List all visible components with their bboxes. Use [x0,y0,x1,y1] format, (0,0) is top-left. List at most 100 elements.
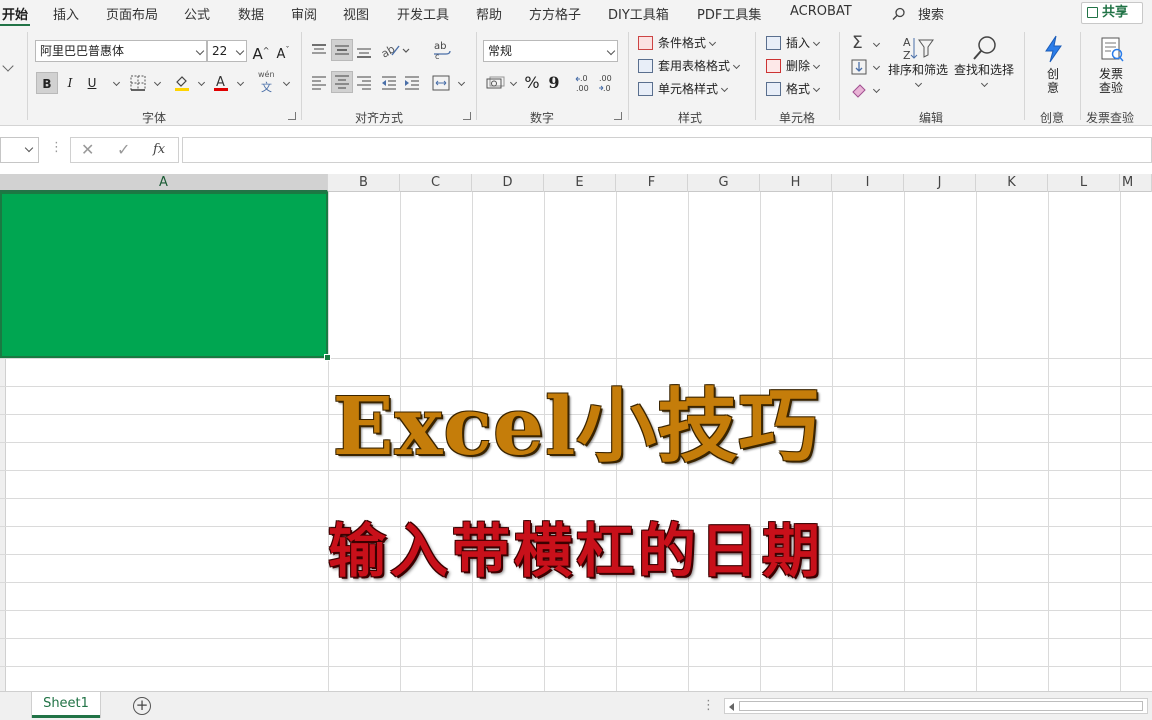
comma-style-button[interactable]: 9 [544,72,564,94]
align-right-icon[interactable] [354,74,374,92]
italic-button[interactable]: I [60,72,80,94]
column-header-e[interactable]: E [544,174,616,192]
invoice-group-label: 发票查验 [1086,111,1135,125]
percent-button[interactable]: % [522,72,542,94]
scroll-left-icon[interactable] [729,703,734,711]
tab-split-handle-icon[interactable]: ⋮ [702,698,715,713]
delete-cells-button[interactable]: 删除 [766,57,821,75]
orientation-icon[interactable]: ab [380,41,410,59]
share-button[interactable]: 共享 [1081,2,1143,24]
column-header-b[interactable]: B [328,174,400,192]
tab-ffgz[interactable]: 方方格子 [529,4,581,23]
font-name-select[interactable]: 阿里巴巴普惠体 [35,40,207,62]
tab-review[interactable]: 审阅 [291,4,317,23]
column-header-f[interactable]: F [616,174,688,192]
tab-pdf-tools[interactable]: PDF工具集 [697,4,761,23]
number-dialog-launcher[interactable] [614,112,622,120]
search-box[interactable]: 搜索 [892,4,944,23]
tab-view[interactable]: 视图 [343,4,369,23]
gridline [0,638,1152,639]
decrease-decimal-icon[interactable]: .00.0 [597,73,619,93]
tab-acrobat[interactable]: ACROBAT [790,4,852,19]
separator [628,32,629,120]
phonetic-guide-button[interactable]: wén 文 [256,70,291,94]
column-header-m[interactable]: M [1120,174,1152,192]
column-header-a[interactable]: A [0,174,328,192]
borders-button[interactable] [127,72,162,94]
clear-button[interactable] [850,79,882,101]
separator [1024,32,1025,120]
sheet-tab-sheet1[interactable]: Sheet1 [32,692,100,718]
tab-home[interactable]: 开始 [0,4,31,27]
column-header-k[interactable]: K [976,174,1048,192]
align-center-button[interactable] [331,71,353,93]
insert-cells-button[interactable]: 插入 [766,34,821,52]
number-format-select[interactable]: 常规 [483,40,618,62]
column-header-l[interactable]: L [1048,174,1120,192]
tab-formulas[interactable]: 公式 [184,4,210,23]
format-as-table-button[interactable]: 套用表格格式 [638,57,741,75]
increase-font-size-button[interactable]: A^ [251,40,271,63]
align-top-icon[interactable] [309,42,329,60]
tab-page-layout[interactable]: 页面布局 [106,4,158,23]
sheet-tab-bar: Sheet1 + ⋮ [0,691,1152,720]
cell-styles-button[interactable]: 单元格样式 [638,80,729,98]
accounting-format-button[interactable] [485,72,519,94]
tab-data[interactable]: 数据 [238,4,264,23]
font-dialog-launcher[interactable] [288,112,296,120]
conditional-formatting-button[interactable]: 条件格式 [638,34,717,52]
column-header-d[interactable]: D [472,174,544,192]
tab-diy-toolbox[interactable]: DIY工具箱 [608,4,669,23]
align-middle-icon [335,45,349,55]
column-header-h[interactable]: H [760,174,832,192]
tab-developer[interactable]: 开发工具 [397,4,449,23]
decrease-font-size-button[interactable]: Aˇ [273,40,293,62]
column-header-g[interactable]: G [688,174,760,192]
wrap-text-icon[interactable]: abc [431,40,453,60]
font-size-select[interactable]: 22 [207,40,247,62]
cancel-icon[interactable]: ✕ [81,140,94,159]
sort-filter-label: 排序和筛选 [887,63,948,77]
scrollbar-thumb[interactable] [739,701,1143,711]
align-middle-button[interactable] [331,39,353,61]
fill-color-button[interactable] [171,72,206,94]
search-label: 搜索 [918,8,945,23]
column-header-j[interactable]: J [904,174,976,192]
sort-filter-button[interactable]: AZ 排序和筛选 [886,34,950,91]
decrease-indent-icon[interactable] [379,74,399,92]
clipboard-dropdown-icon[interactable] [2,60,14,72]
increase-indent-icon[interactable] [402,74,422,92]
invoice-check-button[interactable]: 发票查验 [1090,34,1132,95]
column-header-c[interactable]: C [400,174,472,192]
formula-input[interactable] [182,137,1152,163]
share-label: 共享 [1102,5,1129,20]
formula-bar-grip-icon[interactable]: ⋮ [50,140,63,155]
format-cells-button[interactable]: 格式 [766,80,821,98]
align-left-icon[interactable] [309,74,329,92]
add-sheet-button[interactable]: + [133,697,151,715]
selected-cell-a1[interactable] [0,192,328,358]
increase-decimal-icon[interactable]: .0.00 [574,73,596,93]
find-select-button[interactable]: 查找和选择 [952,34,1016,91]
autosum-button[interactable]: Σ [850,33,882,55]
underline-button[interactable]: U [82,72,102,94]
column-header-i[interactable]: I [832,174,904,192]
align-bottom-icon[interactable] [354,42,374,60]
font-color-button[interactable]: A [210,72,245,94]
horizontal-scrollbar[interactable] [724,698,1148,714]
insert-function-button[interactable]: fx [153,142,165,157]
fill-handle[interactable] [324,354,331,361]
merge-center-button[interactable] [431,72,466,94]
creative-button[interactable]: 创意 [1036,34,1070,95]
tab-insert[interactable]: 插入 [53,4,79,23]
tab-help[interactable]: 帮助 [476,4,502,23]
fill-button[interactable] [850,56,882,78]
bold-button[interactable]: B [36,72,58,94]
enter-icon[interactable]: ✓ [117,140,130,159]
alignment-dialog-launcher[interactable] [463,112,471,120]
ribbon: 阿里巴巴普惠体 22 A^ Aˇ B I U A wén 文 字体 ab ab c… [0,26,1152,126]
name-box[interactable] [0,137,39,163]
chevron-down-icon [606,46,616,56]
worksheet-grid[interactable]: Excel小技巧 输入带横杠的日期 [0,192,1152,691]
underline-dropdown[interactable] [104,72,126,94]
